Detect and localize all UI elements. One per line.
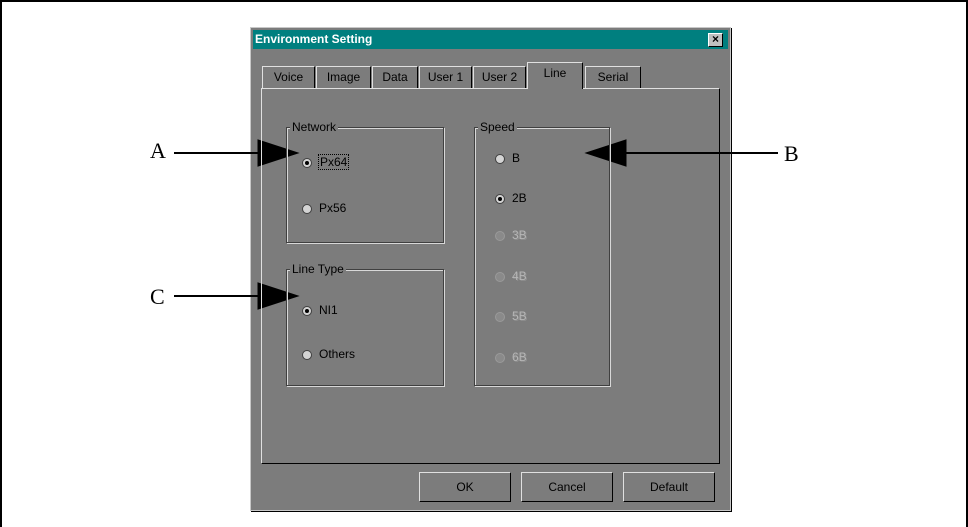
line-type-radio-ni1[interactable]: NI1 [302, 303, 338, 317]
radio-label: 3B [512, 228, 527, 242]
environment-setting-dialog: Environment Setting × Voice Image Data U… [250, 27, 731, 511]
network-group-legend: Network [290, 120, 339, 134]
radio-label: 2B [512, 191, 527, 205]
line-type-group: Line Type NI1 Others [286, 262, 444, 386]
speed-radio-3b: 3B [495, 228, 527, 242]
radio-label: NI1 [319, 303, 338, 317]
radio-checked-icon [302, 305, 312, 316]
radio-unchecked-icon [495, 153, 505, 164]
radio-checked-icon [302, 157, 312, 168]
network-radio-px64[interactable]: Px64 [302, 154, 350, 170]
radio-checked-icon [495, 193, 505, 204]
radio-disabled-icon [495, 271, 505, 282]
radio-disabled-icon [495, 352, 505, 363]
radio-label: B [512, 151, 521, 165]
speed-radio-4b: 4B [495, 269, 527, 283]
radio-label: 6B [512, 350, 527, 364]
radio-label: Px64 [317, 154, 350, 170]
radio-unchecked-icon [302, 349, 312, 360]
tab-line[interactable]: Line [527, 62, 583, 89]
speed-radio-b[interactable]: B [495, 151, 520, 165]
speed-group-legend: Speed [478, 120, 517, 134]
network-radio-px56[interactable]: Px56 [302, 201, 346, 215]
radio-disabled-icon [495, 311, 505, 322]
line-tab-panel: Network Px64 Px56 Line Type NI1 Others S… [261, 88, 720, 464]
speed-group: Speed B 2B 3B 4B 5B 6B [474, 120, 610, 386]
network-group: Network Px64 Px56 [286, 120, 444, 243]
speed-radio-5b: 5B [495, 309, 527, 323]
radio-label: 4B [512, 269, 527, 283]
radio-label: 5B [512, 309, 527, 323]
radio-unchecked-icon [302, 203, 312, 214]
radio-label: Others [319, 347, 356, 361]
radio-label: Px56 [319, 201, 347, 215]
speed-radio-6b: 6B [495, 350, 527, 364]
radio-disabled-icon [495, 230, 505, 241]
line-type-radio-others[interactable]: Others [302, 347, 355, 361]
line-type-group-legend: Line Type [290, 262, 346, 276]
speed-radio-2b[interactable]: 2B [495, 191, 527, 205]
